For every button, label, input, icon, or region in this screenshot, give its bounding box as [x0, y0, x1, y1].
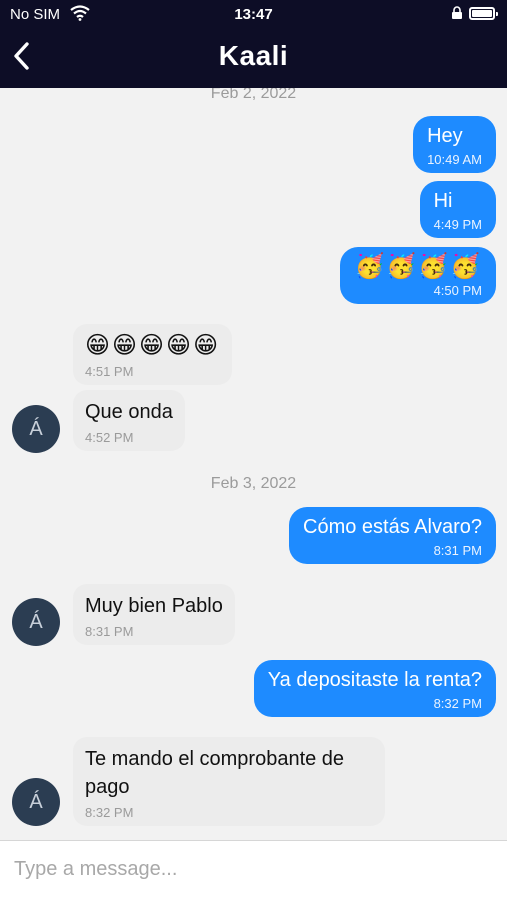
message-text: Hey — [427, 125, 463, 147]
outgoing-message[interactable]: Hi 4:49 PM — [419, 181, 496, 238]
message-time: 4:51 PM — [85, 364, 134, 379]
outgoing-message[interactable]: Cómo estás Alvaro? 8:31 PM — [289, 507, 496, 564]
message-time: 4:50 PM — [433, 283, 482, 298]
clock: 13:47 — [234, 6, 273, 23]
page-title: Kaali — [218, 40, 289, 71]
message-input[interactable] — [14, 851, 494, 887]
message-time: 10:49 AM — [427, 152, 482, 167]
message-time: 8:31 PM — [85, 624, 134, 639]
message-text: 🥳🥳🥳🥳 — [354, 253, 482, 280]
message-text: Te mando el comprobante de pago — [85, 748, 345, 798]
date-separator: Feb 2, 2022 — [210, 88, 297, 102]
app-header: No SIM 13:47 Kaali — [0, 0, 507, 88]
incoming-message[interactable]: Muy bien Pablo 8:31 PM — [73, 584, 235, 645]
outgoing-message[interactable]: Hey 10:49 AM — [413, 116, 496, 173]
message-text: Hi — [433, 190, 453, 212]
message-time: 4:52 PM — [85, 430, 134, 445]
message-text: Muy bien Pablo — [85, 595, 223, 617]
message-time: 8:31 PM — [433, 543, 482, 558]
date-separator: Feb 3, 2022 — [210, 475, 297, 492]
orientation-lock-icon — [451, 6, 463, 20]
message-composer — [0, 840, 507, 900]
message-time: 8:32 PM — [85, 805, 134, 820]
status-bar: No SIM 13:47 — [0, 5, 507, 25]
message-list[interactable]: Feb 2, 2022 Hey 10:49 AM Hi 4:49 PM 🥳🥳🥳🥳… — [0, 88, 507, 840]
message-text: Ya depositaste la renta? — [267, 669, 482, 691]
outgoing-message[interactable]: Ya depositaste la renta? 8:32 PM — [253, 660, 496, 717]
battery-icon — [469, 7, 498, 20]
avatar[interactable]: Á — [12, 405, 60, 453]
avatar[interactable]: Á — [12, 598, 60, 646]
avatar[interactable]: Á — [12, 778, 60, 826]
message-text: Cómo estás Alvaro? — [303, 516, 482, 538]
outgoing-message[interactable]: 🥳🥳🥳🥳 4:50 PM — [340, 247, 496, 304]
incoming-message[interactable]: 😁😁😁😁😁 4:51 PM — [73, 324, 233, 385]
message-text: Que onda — [85, 401, 173, 423]
incoming-message[interactable]: Te mando el comprobante de pago 8:32 PM — [73, 737, 385, 826]
message-time: 4:49 PM — [433, 217, 482, 232]
message-time: 8:32 PM — [433, 696, 482, 711]
incoming-message[interactable]: Que onda 4:52 PM — [73, 390, 185, 451]
message-text: 😁😁😁😁😁 — [85, 332, 221, 359]
